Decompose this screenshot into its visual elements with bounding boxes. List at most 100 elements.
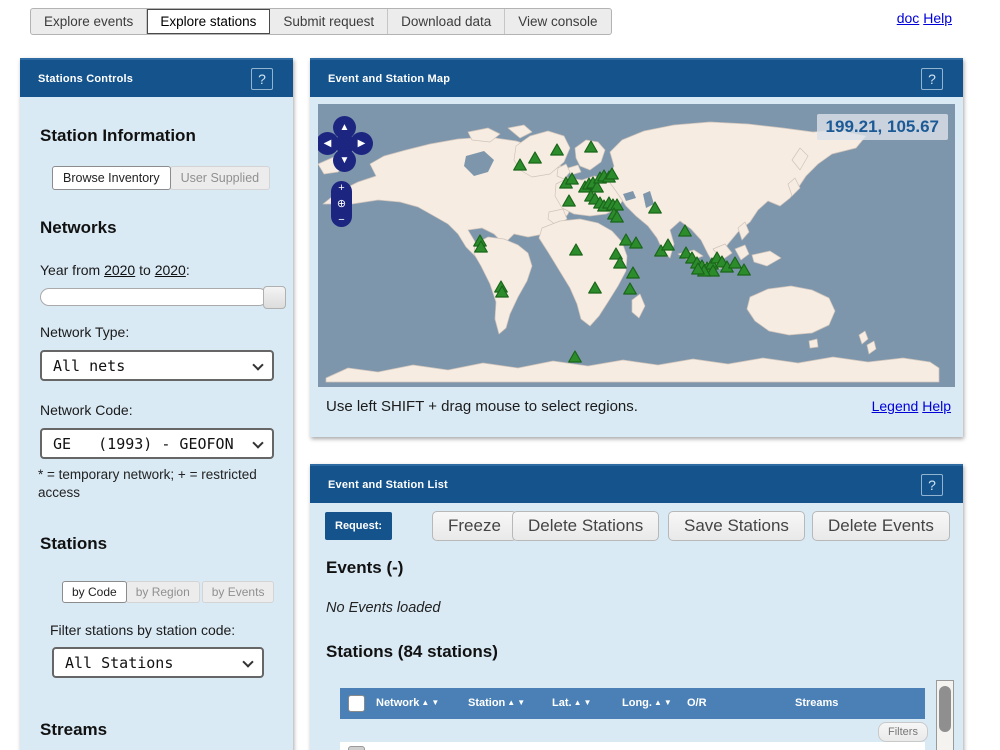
station-marker-icon[interactable] xyxy=(605,167,619,180)
top-links: doc Help xyxy=(897,10,952,26)
stations-controls-header: Stations Controls ? xyxy=(20,58,293,97)
sort-asc-icon[interactable]: ▲ xyxy=(654,698,662,707)
list-help-button[interactable]: ? xyxy=(921,474,943,496)
column-lat: Lat.▲▼ xyxy=(552,697,591,709)
station-marker-icon[interactable] xyxy=(626,266,640,279)
request-button[interactable]: Request: xyxy=(325,512,392,540)
stations-list-heading: Stations (84 stations) xyxy=(326,642,498,662)
delete-events-button[interactable]: Delete Events xyxy=(812,511,950,541)
tab-view-console[interactable]: View console xyxy=(505,9,610,34)
page: Explore events Explore stations Submit r… xyxy=(0,0,1000,750)
station-marker-icon[interactable] xyxy=(569,243,583,256)
by-region-button[interactable]: by Region xyxy=(126,581,200,603)
sort-asc-icon[interactable]: ▲ xyxy=(507,698,515,707)
arrow-left-icon: ◀ xyxy=(324,138,332,149)
map-help-link[interactable]: Help xyxy=(922,398,951,414)
year-suffix: : xyxy=(186,262,190,278)
sort-asc-icon[interactable]: ▲ xyxy=(574,698,582,707)
station-marker-icon[interactable] xyxy=(565,172,579,185)
arrow-down-icon: ▼ xyxy=(340,155,350,166)
map-hint-text: Use left SHIFT + drag mouse to select re… xyxy=(326,398,638,415)
year-mid: to xyxy=(139,262,151,278)
network-note: * = temporary network; + = restricted ac… xyxy=(38,466,268,501)
station-marker-icon[interactable] xyxy=(584,140,598,153)
tab-download-data[interactable]: Download data xyxy=(388,9,505,34)
network-type-value: All nets xyxy=(53,357,125,375)
user-supplied-button[interactable]: User Supplied xyxy=(170,166,271,190)
station-marker-icon[interactable] xyxy=(629,236,643,249)
station-filter-mode-toggle: by Code by Region by Events xyxy=(62,581,274,603)
row-checkbox[interactable] xyxy=(348,746,365,750)
station-marker-icon[interactable] xyxy=(737,263,751,276)
year-from-link[interactable]: 2020 xyxy=(104,262,135,278)
station-filter-select[interactable]: All Stations xyxy=(52,647,264,678)
map-footer: Use left SHIFT + drag mouse to select re… xyxy=(326,398,951,415)
event-station-list-panel: Event and Station List ? Request: Freeze… xyxy=(310,464,963,750)
station-markers xyxy=(318,104,955,387)
by-events-button[interactable]: by Events xyxy=(202,581,275,603)
map-panel-title: Event and Station Map xyxy=(310,73,450,85)
pan-right-button[interactable]: ▶ xyxy=(350,132,373,155)
sort-asc-icon[interactable]: ▲ xyxy=(421,698,429,707)
station-marker-icon[interactable] xyxy=(474,240,488,253)
station-marker-icon[interactable] xyxy=(568,350,582,363)
station-marker-icon[interactable] xyxy=(495,285,509,298)
station-marker-icon[interactable] xyxy=(623,282,637,295)
zoom-in-button[interactable]: + xyxy=(338,182,344,194)
zoom-control: + ⊕ − xyxy=(331,181,352,227)
pan-down-button[interactable]: ▼ xyxy=(333,149,356,172)
legend-link[interactable]: Legend xyxy=(872,398,919,414)
arrow-right-icon: ▶ xyxy=(358,138,366,149)
station-marker-icon[interactable] xyxy=(513,158,527,171)
world-map[interactable]: 199.21, 105.67 ▲ ◀ ▶ ▼ + ⊕ − xyxy=(318,104,955,387)
list-panel-title: Event and Station List xyxy=(310,479,448,491)
stations-controls-title: Stations Controls xyxy=(20,73,133,85)
sort-desc-icon[interactable]: ▼ xyxy=(583,698,591,707)
browse-inventory-button[interactable]: Browse Inventory xyxy=(52,166,171,190)
chevron-down-icon xyxy=(252,437,263,448)
list-panel-header: Event and Station List ? xyxy=(310,464,963,503)
tab-submit-request[interactable]: Submit request xyxy=(270,9,388,34)
inventory-toggle: Browse Inventory User Supplied xyxy=(52,166,270,190)
station-marker-icon[interactable] xyxy=(550,143,564,156)
tab-explore-stations[interactable]: Explore stations xyxy=(147,9,270,34)
save-stations-button[interactable]: Save Stations xyxy=(668,511,805,541)
sort-desc-icon[interactable]: ▼ xyxy=(517,698,525,707)
globe-icon[interactable]: ⊕ xyxy=(337,198,346,210)
station-marker-icon[interactable] xyxy=(528,151,542,164)
station-marker-icon[interactable] xyxy=(588,281,602,294)
year-to-link[interactable]: 2020 xyxy=(155,262,186,278)
table-row[interactable] xyxy=(340,742,925,750)
stations-controls-help-button[interactable]: ? xyxy=(251,68,273,90)
station-marker-icon[interactable] xyxy=(648,201,662,214)
stations-list-scrollbar[interactable] xyxy=(936,680,954,750)
map-panel-header: Event and Station Map ? xyxy=(310,58,963,97)
delete-stations-button[interactable]: Delete Stations xyxy=(512,511,659,541)
map-help-button[interactable]: ? xyxy=(921,68,943,90)
station-marker-icon[interactable] xyxy=(562,194,576,207)
network-code-select[interactable]: GE (1993) - GEOFON xyxy=(40,428,274,459)
stations-controls-panel: Stations Controls ? Station Information … xyxy=(20,58,293,750)
station-marker-icon[interactable] xyxy=(678,224,692,237)
doc-link[interactable]: doc xyxy=(897,10,920,26)
main-tabbar: Explore events Explore stations Submit r… xyxy=(30,8,612,35)
network-type-select[interactable]: All nets xyxy=(40,350,274,381)
by-code-button[interactable]: by Code xyxy=(62,581,127,603)
zoom-out-button[interactable]: − xyxy=(338,214,344,226)
column-station: Station▲▼ xyxy=(468,697,525,709)
year-slider-handle[interactable] xyxy=(263,286,286,309)
freeze-button[interactable]: Freeze xyxy=(432,511,517,541)
station-marker-icon[interactable] xyxy=(691,262,705,275)
sort-desc-icon[interactable]: ▼ xyxy=(431,698,439,707)
station-marker-icon[interactable] xyxy=(661,238,675,251)
year-range-label: Year from 2020 to 2020: xyxy=(40,262,190,278)
year-range-slider[interactable] xyxy=(40,288,268,306)
scrollbar-thumb[interactable] xyxy=(939,686,951,732)
station-marker-icon[interactable] xyxy=(613,256,627,269)
filters-button[interactable]: Filters xyxy=(878,722,928,742)
station-marker-icon[interactable] xyxy=(610,210,624,223)
help-link[interactable]: Help xyxy=(923,10,952,26)
sort-desc-icon[interactable]: ▼ xyxy=(664,698,672,707)
tab-explore-events[interactable]: Explore events xyxy=(31,9,147,34)
select-all-checkbox[interactable] xyxy=(348,695,365,712)
